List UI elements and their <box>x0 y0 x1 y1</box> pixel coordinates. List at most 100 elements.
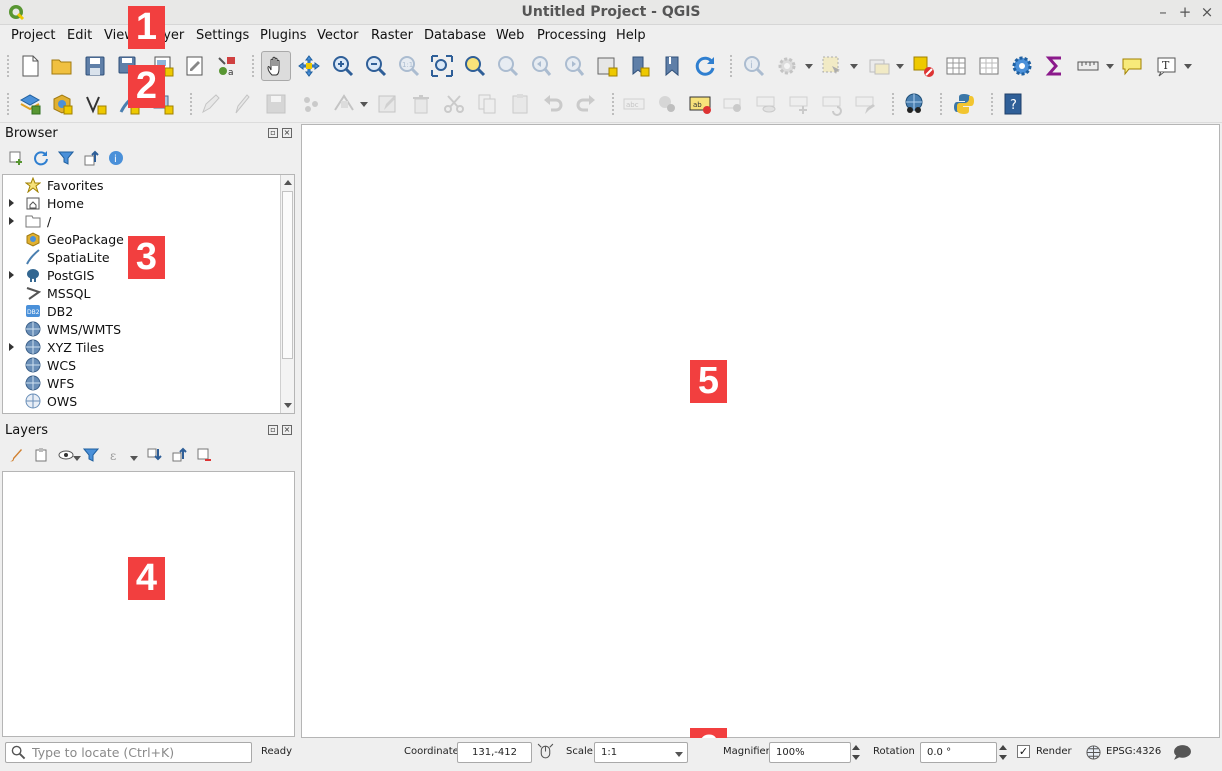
browser-scrollbar[interactable] <box>280 175 294 413</box>
new-geopackage-layer-button[interactable] <box>47 89 77 119</box>
chevron-down-icon[interactable] <box>130 456 138 461</box>
zoom-out-button[interactable] <box>361 51 391 81</box>
zoom-full-button[interactable] <box>427 51 457 81</box>
rotation-field[interactable]: 0.0 ° <box>920 742 997 763</box>
menu-database[interactable]: Database <box>424 28 486 43</box>
new-bookmark-button[interactable] <box>624 51 654 81</box>
text-annotation-button[interactable]: T <box>1152 51 1182 81</box>
chevron-down-icon[interactable] <box>675 752 683 757</box>
run-feature-action-button[interactable] <box>772 51 802 81</box>
undo-button[interactable] <box>538 89 568 119</box>
browser-refresh-button[interactable] <box>32 149 50 167</box>
map-canvas[interactable] <box>301 124 1220 738</box>
data-source-manager-button[interactable] <box>15 89 45 119</box>
expand-arrow-icon[interactable] <box>9 199 14 207</box>
new-map-view-button[interactable] <box>592 51 622 81</box>
expand-arrow-icon[interactable] <box>9 271 14 279</box>
toolbar-grip[interactable] <box>892 93 896 115</box>
zoom-native-button[interactable]: 1:1 <box>394 51 424 81</box>
chevron-down-icon[interactable] <box>896 64 904 69</box>
messages-bubble-icon[interactable] <box>1173 744 1192 761</box>
tree-item-mssql[interactable]: MSSQL <box>3 284 283 302</box>
filter-legend-button[interactable] <box>82 446 100 464</box>
close-window-button[interactable]: × <box>1197 2 1217 22</box>
highlight-pinned-labels-button[interactable]: ab <box>685 89 715 119</box>
toolbar-grip[interactable] <box>7 93 11 115</box>
menu-raster[interactable]: Raster <box>371 28 413 43</box>
rotate-label-button[interactable] <box>817 89 847 119</box>
magnifier-spinner[interactable] <box>850 742 862 763</box>
measure-line-button[interactable] <box>1073 51 1103 81</box>
toolbar-grip[interactable] <box>991 93 995 115</box>
toolbar-grip[interactable] <box>190 93 194 115</box>
tree-item-db2[interactable]: DB2 DB2 <box>3 302 283 320</box>
menu-processing[interactable]: Processing <box>537 28 606 43</box>
menu-plugins[interactable]: Plugins <box>260 28 307 43</box>
move-label-button[interactable] <box>784 89 814 119</box>
tree-item-wms[interactable]: WMS/WMTS <box>3 320 283 338</box>
select-by-value-button[interactable] <box>864 51 894 81</box>
locator-input[interactable] <box>32 745 247 760</box>
float-panel-button[interactable]: ▫ <box>268 425 278 435</box>
copy-features-button[interactable] <box>472 89 502 119</box>
toggle-extents-mouse-icon[interactable] <box>537 743 554 760</box>
filter-by-expression-button[interactable]: ε <box>107 446 125 464</box>
paste-features-button[interactable] <box>505 89 535 119</box>
tree-item-wcs[interactable]: WCS <box>3 356 283 374</box>
vertex-tool-button[interactable] <box>329 89 359 119</box>
manage-visibility-button[interactable] <box>57 446 75 464</box>
spin-up-icon[interactable] <box>852 745 860 750</box>
chevron-down-icon[interactable] <box>850 64 858 69</box>
close-panel-button[interactable]: × <box>282 128 292 138</box>
redo-button[interactable] <box>571 89 601 119</box>
menu-help[interactable]: Help <box>616 28 646 43</box>
scroll-down-icon[interactable] <box>284 403 292 408</box>
tree-item-home[interactable]: Home <box>3 194 283 212</box>
pan-to-selection-button[interactable] <box>294 51 324 81</box>
chevron-down-icon[interactable] <box>360 102 368 107</box>
save-project-button[interactable] <box>80 51 110 81</box>
statistical-summary-button[interactable] <box>974 51 1004 81</box>
crs-globe-icon[interactable] <box>1086 745 1101 760</box>
toolbar-grip[interactable] <box>730 55 734 77</box>
chevron-down-icon[interactable] <box>1184 64 1192 69</box>
collapse-all-button[interactable] <box>82 149 100 167</box>
open-attribute-table-button[interactable] <box>941 51 971 81</box>
spin-down-icon[interactable] <box>852 755 860 760</box>
toolbar-grip[interactable] <box>940 93 944 115</box>
toolbar-grip[interactable] <box>252 55 256 77</box>
chevron-down-icon[interactable] <box>73 456 81 461</box>
show-bookmarks-button[interactable] <box>657 51 687 81</box>
map-tips-button[interactable] <box>1117 51 1147 81</box>
float-panel-button[interactable]: ▫ <box>268 128 278 138</box>
zoom-to-selection-button[interactable] <box>460 51 490 81</box>
expand-all-button[interactable] <box>145 446 163 464</box>
style-manager-button[interactable]: a <box>212 51 242 81</box>
show-hide-labels-button[interactable] <box>751 89 781 119</box>
rotation-spinner[interactable] <box>997 742 1009 763</box>
render-checkbox[interactable]: ✓ <box>1017 745 1030 758</box>
add-feature-button[interactable] <box>296 89 326 119</box>
scroll-up-icon[interactable] <box>284 180 292 185</box>
toolbar-grip[interactable] <box>612 93 616 115</box>
digitize-vertex-button[interactable] <box>81 89 111 119</box>
expand-arrow-icon[interactable] <box>9 343 14 351</box>
menu-vector[interactable]: Vector <box>317 28 358 43</box>
zoom-in-button[interactable] <box>328 51 358 81</box>
tree-item-xyz-tiles[interactable]: XYZ Tiles <box>3 338 283 356</box>
pan-map-button[interactable] <box>261 51 291 81</box>
open-project-button[interactable] <box>47 51 77 81</box>
enable-properties-button[interactable]: i <box>107 149 125 167</box>
select-features-button[interactable] <box>817 51 847 81</box>
chevron-down-icon[interactable] <box>1106 64 1114 69</box>
browser-filter-button[interactable] <box>57 149 75 167</box>
add-group-button[interactable] <box>32 446 50 464</box>
tree-item-favorites[interactable]: Favorites <box>3 176 283 194</box>
layout-manager-button[interactable] <box>180 51 210 81</box>
tree-item-root[interactable]: / <box>3 212 283 230</box>
refresh-button[interactable] <box>690 51 720 81</box>
magnifier-field[interactable]: 100% <box>769 742 851 763</box>
deselect-all-button[interactable] <box>908 51 938 81</box>
remove-layer-button[interactable] <box>195 446 213 464</box>
new-project-button[interactable] <box>15 51 45 81</box>
